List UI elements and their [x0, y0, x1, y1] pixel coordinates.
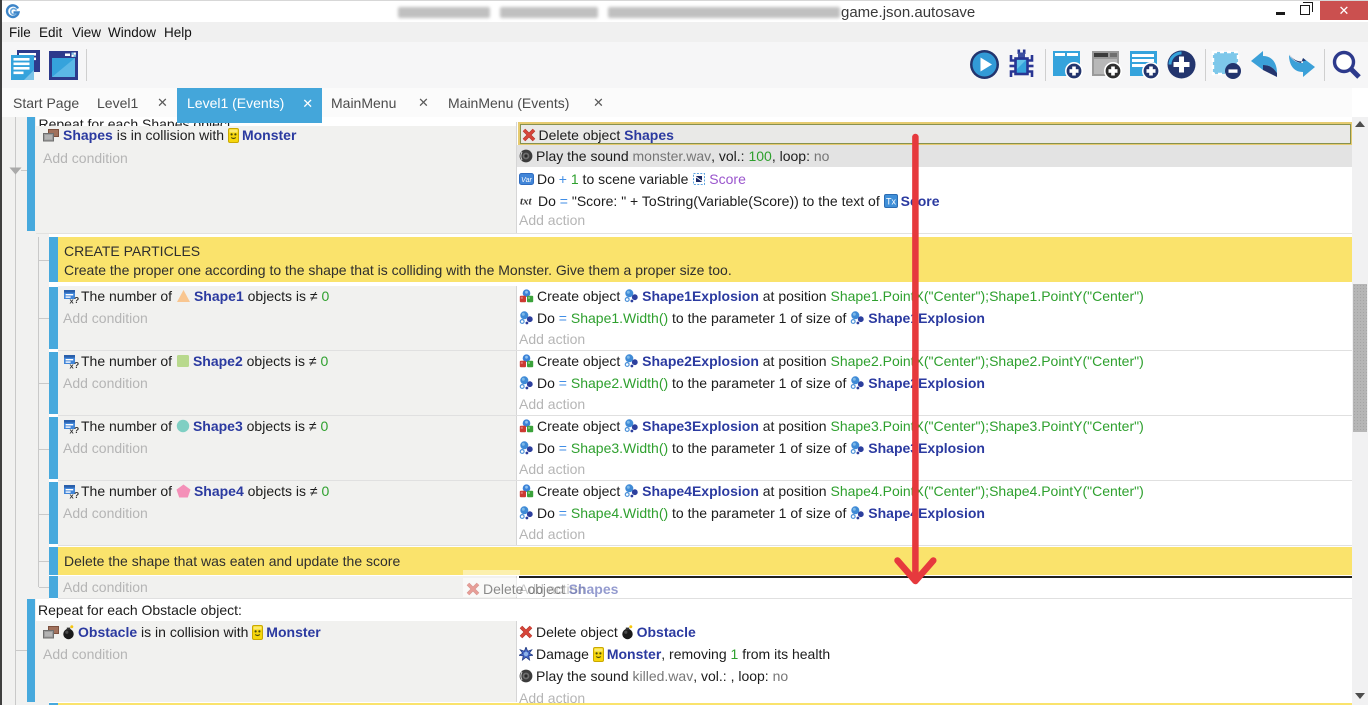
svg-text:?: ?	[74, 360, 79, 369]
svg-text:Var: Var	[521, 176, 532, 183]
svg-text:?: ?	[74, 295, 79, 304]
svg-text:txt: txt	[520, 196, 533, 208]
svg-text:?: ?	[74, 490, 79, 499]
svg-text:?: ?	[74, 425, 79, 434]
